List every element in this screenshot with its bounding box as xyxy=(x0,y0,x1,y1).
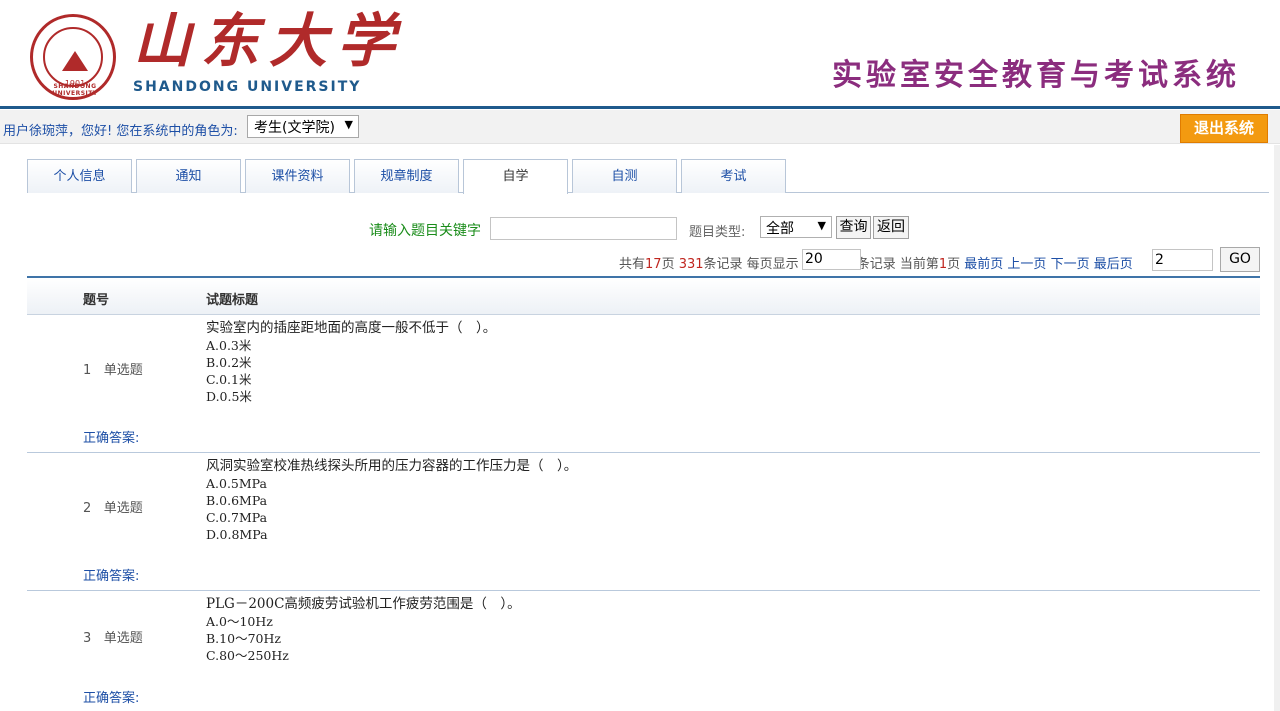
tab-courseware[interactable]: 课件资料 xyxy=(245,159,350,193)
question-type: 单选题 xyxy=(103,631,143,646)
question-title: PLG－200C高频疲劳试验机工作疲劳范围是（ ）。 xyxy=(206,596,521,612)
total-records: 331 xyxy=(678,257,704,272)
pagination-info: 共有17页 331条记录 每页显示 条记录 当前第1页 最前页 上一页 下一页 最… xyxy=(619,253,1133,272)
tab-self-test[interactable]: 自测 xyxy=(572,159,677,193)
dropdown-arrow-icon: ▼ xyxy=(344,118,353,131)
table-row: 3 单选题 PLG－200C高频疲劳试验机工作疲劳范围是（ ）。 A.0～10H… xyxy=(27,591,1260,711)
option-d: D.0.8MPa xyxy=(206,527,268,542)
per-page-input[interactable]: 20 xyxy=(802,249,861,270)
option-a: A.0～10Hz xyxy=(206,614,273,629)
page-header: 1901 SHANDONG UNIVERSITY 山东大学 SHANDONG U… xyxy=(0,0,1280,106)
column-header-number: 题号 xyxy=(83,293,110,308)
logout-button[interactable]: 退出系统 xyxy=(1180,114,1268,143)
prev-page-link[interactable]: 上一页 xyxy=(1007,257,1046,272)
seal-inner-ring: 1901 xyxy=(43,27,103,88)
option-c: C.0.1米 xyxy=(206,372,252,387)
option-b: B.0.2米 xyxy=(206,355,252,370)
question-type: 单选题 xyxy=(103,363,143,378)
seal-ring-text: SHANDONG UNIVERSITY xyxy=(52,83,98,97)
question-title: 实验室内的插座距地面的高度一般不低于（ ）。 xyxy=(206,320,497,336)
column-header-title: 试题标题 xyxy=(206,293,259,308)
system-title: 实验室安全教育与考试系统 xyxy=(832,58,1240,93)
option-b: B.0.6MPa xyxy=(206,493,268,508)
option-c: C.80～250Hz xyxy=(206,648,289,663)
table-row: 1 单选题 实验室内的插座距地面的高度一般不低于（ ）。 A.0.3米 B.0.… xyxy=(27,315,1260,453)
tab-exam[interactable]: 考试 xyxy=(681,159,786,193)
correct-answer-label: 正确答案: xyxy=(83,431,140,446)
main-tabs: 个人信息 通知 课件资料 规章制度 自学 自测 考试 xyxy=(27,159,1269,194)
table-header: 题号 试题标题 xyxy=(27,278,1260,315)
option-a: A.0.5MPa xyxy=(206,476,267,491)
question-number: 1 单选题 xyxy=(83,359,143,378)
go-button[interactable]: GO xyxy=(1220,247,1260,272)
current-suffix: 页 xyxy=(947,257,961,272)
tab-personal-info[interactable]: 个人信息 xyxy=(27,159,132,193)
query-button[interactable]: 查询 xyxy=(836,216,871,239)
university-seal-logo: 1901 SHANDONG UNIVERSITY xyxy=(30,14,116,100)
header-divider xyxy=(0,106,1280,109)
tab-self-study[interactable]: 自学 xyxy=(463,159,568,194)
page-scrollbar[interactable] xyxy=(1274,145,1280,711)
current-page: 1 xyxy=(938,257,948,272)
question-content: 风洞实验室校准热线探头所用的压力容器的工作压力是（ ）。 A.0.5MPa B.… xyxy=(206,458,577,543)
pages-suffix: 页 xyxy=(661,257,675,272)
option-b: B.10～70Hz xyxy=(206,631,281,646)
tab-notice[interactable]: 通知 xyxy=(136,159,241,193)
university-calligraphy-logo: 山东大学 xyxy=(133,7,406,75)
last-page-link[interactable]: 最后页 xyxy=(1094,257,1133,272)
per-page-suffix: 条记录 当前第 xyxy=(856,257,939,272)
tab-regulations[interactable]: 规章制度 xyxy=(354,159,459,193)
option-c: C.0.7MPa xyxy=(206,510,268,525)
question-number: 3 单选题 xyxy=(83,627,143,646)
question-index: 3 xyxy=(83,631,92,646)
user-greeting: 用户徐琬萍，您好! 您在系统中的角色为: xyxy=(3,124,238,139)
role-select-value: 考生(文学院) xyxy=(254,120,335,136)
keyword-label: 请输入题目关键字 xyxy=(369,223,481,239)
total-pages: 17 xyxy=(645,257,662,272)
first-page-link[interactable]: 最前页 xyxy=(964,257,1003,272)
back-button[interactable]: 返回 xyxy=(873,216,909,239)
keyword-input[interactable] xyxy=(490,217,677,240)
question-type-value: 全部 xyxy=(766,221,794,237)
option-a: A.0.3米 xyxy=(206,338,252,353)
question-type-select[interactable]: 全部 ▼ xyxy=(760,216,832,238)
pager-prefix: 共有 xyxy=(619,257,646,272)
question-number: 2 单选题 xyxy=(83,497,143,516)
question-index: 1 xyxy=(83,363,92,378)
user-bar: 用户徐琬萍，您好! 您在系统中的角色为: 考生(文学院) ▼ 退出系统 xyxy=(0,110,1280,144)
correct-answer-label: 正确答案: xyxy=(83,691,140,706)
correct-answer-label: 正确答案: xyxy=(83,569,140,584)
records-text: 条记录 每页显示 xyxy=(703,257,799,272)
mountain-icon xyxy=(62,51,88,71)
question-content: 实验室内的插座距地面的高度一般不低于（ ）。 A.0.3米 B.0.2米 C.0… xyxy=(206,320,496,405)
question-index: 2 xyxy=(83,501,92,516)
question-type: 单选题 xyxy=(103,501,143,516)
goto-page-input[interactable]: 2 xyxy=(1152,249,1213,271)
university-english-name: SHANDONG UNIVERSITY xyxy=(133,79,362,95)
question-type-label: 题目类型: xyxy=(689,225,746,240)
question-content: PLG－200C高频疲劳试验机工作疲劳范围是（ ）。 A.0～10Hz B.10… xyxy=(206,596,521,664)
role-select[interactable]: 考生(文学院) ▼ xyxy=(247,115,359,138)
dropdown-arrow-icon: ▼ xyxy=(817,219,826,232)
question-title: 风洞实验室校准热线探头所用的压力容器的工作压力是（ ）。 xyxy=(206,458,578,474)
next-page-link[interactable]: 下一页 xyxy=(1051,257,1090,272)
option-d: D.0.5米 xyxy=(206,389,252,404)
table-row: 2 单选题 风洞实验室校准热线探头所用的压力容器的工作压力是（ ）。 A.0.5… xyxy=(27,453,1260,591)
